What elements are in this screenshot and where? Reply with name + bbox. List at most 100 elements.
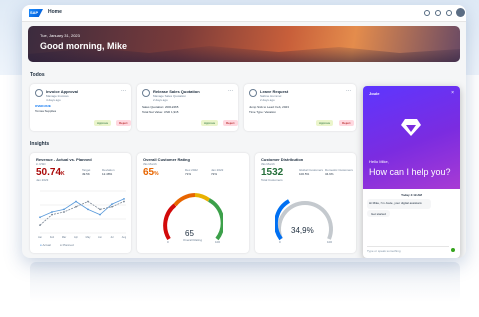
period-label: Total Customers: [261, 178, 283, 182]
reflection: [30, 262, 460, 302]
approve-button[interactable]: Approve: [201, 120, 219, 126]
approve-button[interactable]: Approve: [94, 120, 112, 126]
todo-detail: Time Type: Vacation: [249, 110, 276, 114]
kpi-value: 65%: [143, 167, 159, 178]
data-point: [111, 203, 113, 206]
kpi-value: 1532: [261, 167, 284, 178]
assistant-name: Joule: [369, 91, 380, 96]
x-tick-label: Jun: [98, 236, 103, 239]
todo-detail: Total Net Value: USD 1,915: [142, 110, 179, 114]
data-point: [87, 200, 89, 203]
compare-value-1: 100.5%: [299, 172, 310, 176]
notifications-icon[interactable]: [446, 10, 452, 16]
distribution-card[interactable]: Customer Distribution this Month 1532 To…: [255, 153, 356, 253]
diamond-icon: [401, 119, 421, 136]
x-tick-label: Apr: [74, 236, 78, 239]
todo-card-invoice[interactable]: Invoice Approval Manage Invoices 4 days …: [30, 84, 131, 131]
revenue-card[interactable]: Revenue - Actual vs. Planned in USD 50.7…: [30, 153, 131, 253]
data-point: [123, 200, 125, 203]
gauge-value: 34,9%: [291, 226, 314, 235]
todo-detail: Jump Sick to Lead: Feb, 2023: [249, 105, 289, 109]
x-tick-label: Aug: [122, 236, 126, 239]
todos-heading: Todos: [30, 72, 45, 78]
chat-suggestion[interactable]: Get started: [367, 210, 390, 217]
data-point: [51, 213, 53, 216]
approve-button[interactable]: Approve: [316, 120, 334, 126]
gauge-label: Overall Rating: [183, 238, 203, 242]
compare-value-1: 71%: [185, 172, 192, 176]
more-icon[interactable]: ···: [346, 88, 351, 94]
quotation-icon: [142, 89, 150, 97]
data-point: [75, 200, 77, 203]
assistant-prompt: How can I help you?: [369, 167, 451, 177]
target-value: 49.5K: [82, 172, 90, 176]
assistant-hello: Hello Mike,: [369, 159, 389, 164]
todo-detail: Tomsa Supplies: [35, 109, 57, 113]
data-point: [63, 211, 65, 213]
data-point: [63, 208, 65, 211]
hero-banner: Tue, January 31, 2023 Good morning, Mike: [28, 26, 460, 62]
more-icon[interactable]: ···: [121, 88, 126, 94]
gauge-max: 100: [215, 240, 221, 244]
x-tick-label: Jan: [38, 236, 43, 239]
gauge-min: 0: [279, 240, 281, 244]
data-point: [39, 216, 41, 219]
app-window: SAP Home Tue, January 31, 2023 Good morn…: [22, 5, 466, 258]
avatar[interactable]: [456, 8, 465, 17]
app-title: Home: [48, 9, 62, 15]
gauge-min: 0: [167, 240, 169, 244]
data-point: [39, 224, 41, 227]
legend-planned: ● Planned: [60, 243, 74, 247]
x-tick-label: Mar: [62, 236, 66, 239]
rating-card[interactable]: Overall Customer Rating this Month 65% D…: [137, 153, 249, 253]
period-label: Jan 2023: [36, 178, 49, 182]
data-point: [99, 208, 101, 211]
send-icon[interactable]: [451, 248, 455, 252]
x-tick-label: Feb: [50, 236, 55, 239]
data-point: [87, 208, 89, 211]
todo-card-quotation[interactable]: Release Sales Quotation Manage Sales Quo…: [137, 84, 238, 131]
assistant-panel[interactable]: Joule × Hello Mike, How can I help you? …: [363, 86, 460, 258]
todo-age: 2 days ago: [260, 98, 275, 102]
card-subtitle: this Month: [261, 162, 275, 166]
legend-actual: ● Actual: [40, 243, 51, 247]
card-subtitle: in USD: [36, 162, 46, 166]
data-point: [51, 211, 53, 213]
data-point: [111, 205, 113, 208]
assistant-header: Joule × Hello Mike, How can I help you?: [363, 86, 460, 189]
overdue-tag: OVER-DUE: [35, 104, 51, 108]
todo-card-leave[interactable]: Leave Request Sabine Hummel 2 days ago ·…: [244, 84, 356, 131]
kpi-value: 50.74K: [36, 167, 65, 178]
compare-value-2: 34.9%: [325, 172, 334, 176]
hero-greeting: Good morning, Mike: [40, 41, 127, 51]
chat-message: Hi Mike, I'm Joule, your digital assista…: [367, 199, 431, 209]
compare-value-2: 72%: [211, 172, 218, 176]
more-icon[interactable]: ···: [228, 88, 233, 94]
chat-timestamp: Today 4:19 AM: [401, 193, 422, 197]
search-icon[interactable]: [424, 10, 430, 16]
insights-heading: Insights: [30, 141, 50, 147]
data-point: [123, 197, 125, 200]
data-point: [75, 205, 77, 208]
reject-button[interactable]: Reject: [339, 120, 354, 126]
sap-logo[interactable]: SAP: [29, 9, 43, 17]
x-tick-label: Jul: [110, 236, 114, 239]
chat-input[interactable]: Type or speak something: [367, 246, 449, 255]
distribution-gauge: [275, 199, 333, 241]
reject-button[interactable]: Reject: [116, 120, 131, 126]
reject-button[interactable]: Reject: [223, 120, 238, 126]
settings-icon[interactable]: [435, 10, 441, 16]
close-icon[interactable]: ×: [451, 90, 454, 96]
todo-age: 2 days ago: [153, 98, 168, 102]
data-point: [99, 213, 101, 216]
todo-detail: Sales Quotation: 20012465: [142, 105, 179, 109]
x-tick-label: May: [86, 236, 91, 239]
todo-age: 4 days ago: [46, 98, 61, 102]
gauge-max: 100: [327, 240, 333, 244]
revenue-line-chart: Jan Feb Mar Apr May Jun Jul Aug: [38, 190, 126, 239]
shell-bar: SAP Home: [22, 5, 466, 22]
deviation-value: 12.48%: [102, 172, 113, 176]
hero-date: Tue, January 31, 2023: [40, 33, 80, 38]
gauge-value: 65: [185, 229, 194, 238]
calendar-icon: [249, 89, 257, 97]
